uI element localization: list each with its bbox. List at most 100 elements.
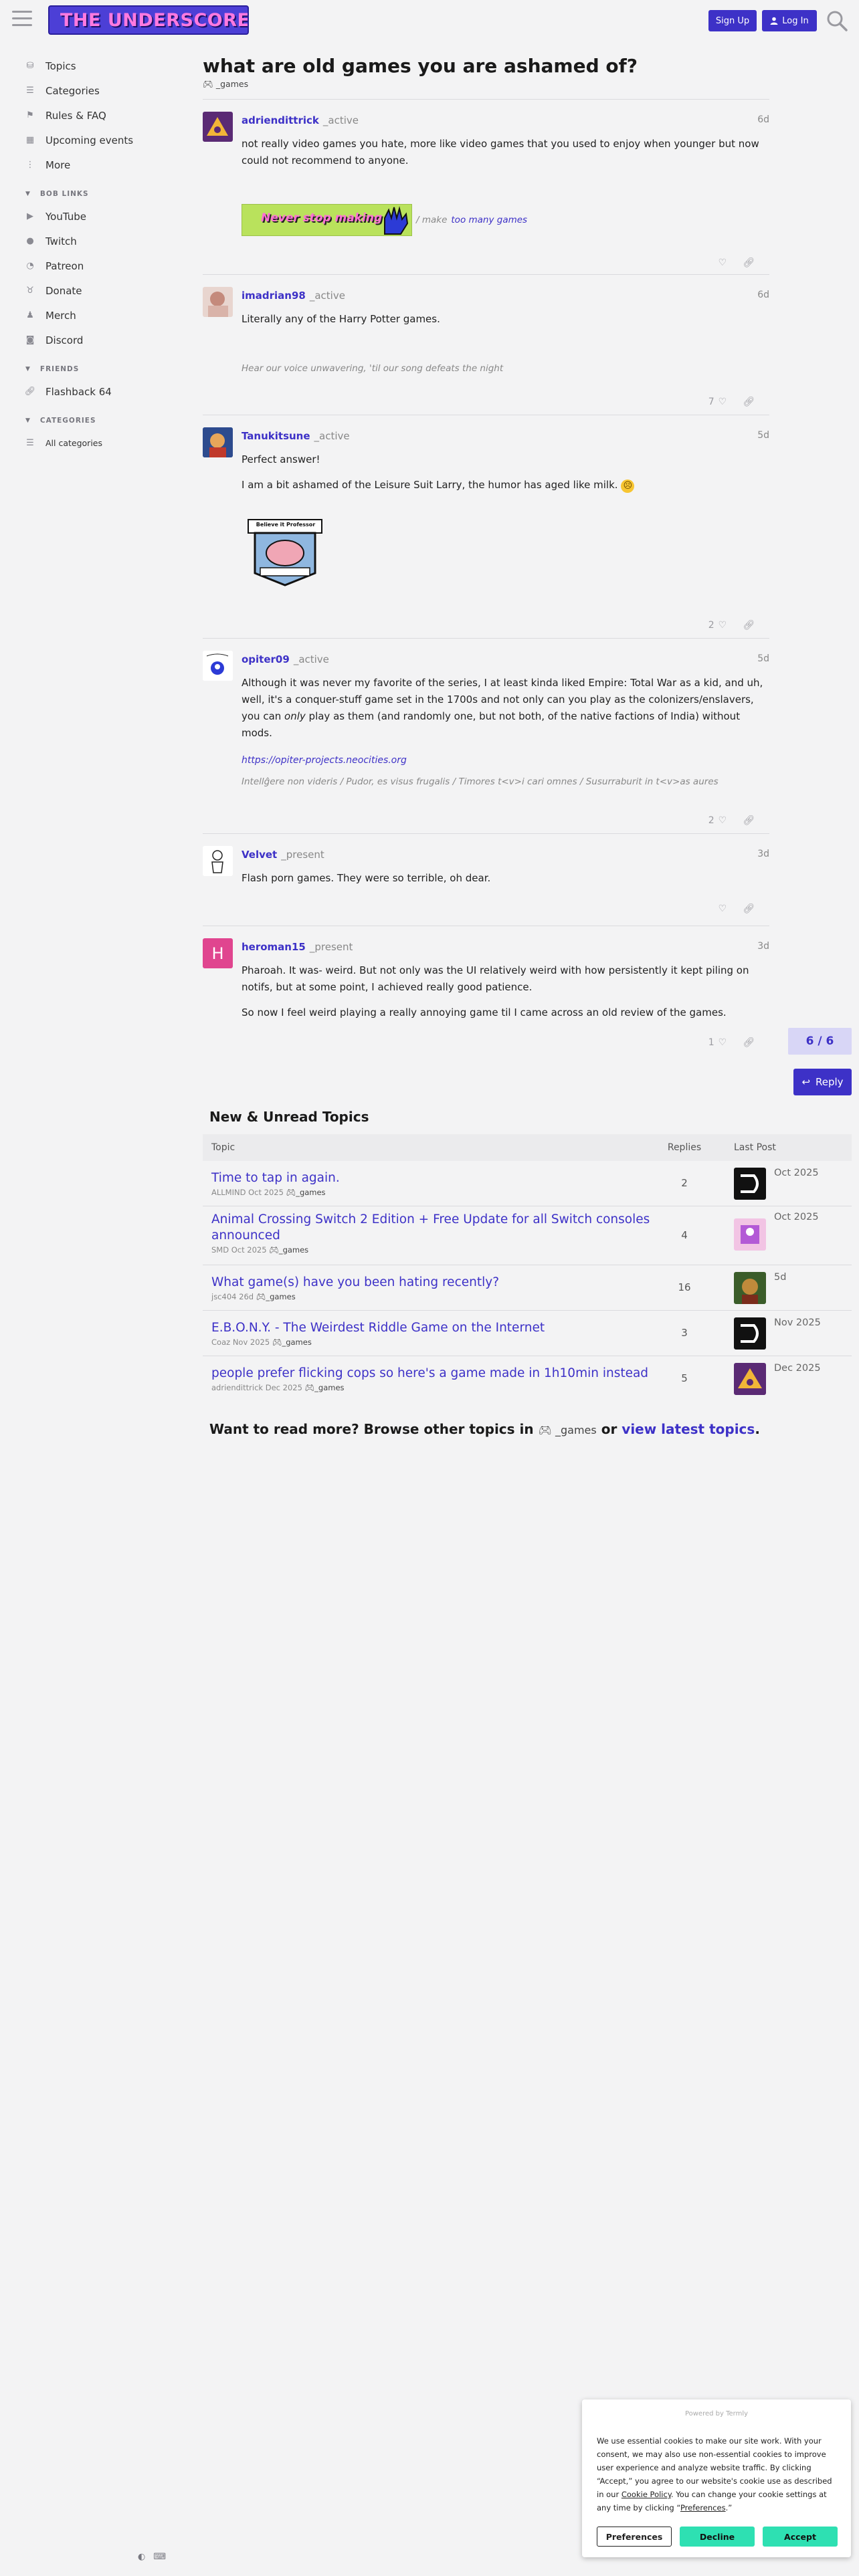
hamburger-menu-icon[interactable] xyxy=(12,11,32,28)
column-topic: Topic xyxy=(211,1142,235,1153)
user-title: _active xyxy=(293,653,329,665)
post-actions: 2 ♡ 🔗︎ xyxy=(708,620,755,631)
sidebar-item-more[interactable]: ⋮ More xyxy=(0,152,181,177)
last-post-date[interactable]: Oct 2025 xyxy=(774,1168,819,1178)
username[interactable]: adriendittrick xyxy=(242,114,319,126)
topic-link[interactable]: Animal Crossing Switch 2 Edition + Free … xyxy=(211,1212,658,1244)
avatar[interactable] xyxy=(203,287,233,317)
post-paragraph: So now I feel weird playing a really ann… xyxy=(242,1006,727,1018)
post-author: Tanukitsune _active xyxy=(242,430,350,442)
avatar-image xyxy=(203,846,233,876)
last-post-date[interactable]: Dec 2025 xyxy=(774,1363,821,1374)
sidebar-item-topics[interactable]: ⛁ Topics xyxy=(0,53,181,78)
last-post-date[interactable]: 5d xyxy=(774,1272,786,1283)
theme-toggle-icon[interactable]: ◐ xyxy=(138,2552,145,2562)
sidebar-item-twitch[interactable]: ● Twitch xyxy=(0,229,181,253)
column-replies: Replies xyxy=(667,1142,702,1153)
like-button[interactable]: 7 ♡ xyxy=(708,397,727,407)
latest-topics-link[interactable]: view latest topics xyxy=(622,1421,755,1437)
cookie-accept-button[interactable]: Accept xyxy=(763,2527,838,2547)
sidebar-item-rules[interactable]: ⚑ Rules & FAQ xyxy=(0,103,181,128)
search-icon[interactable] xyxy=(826,9,848,32)
post-date[interactable]: 5d xyxy=(757,653,769,664)
table-header: Topic Replies Last Post xyxy=(203,1134,852,1161)
heart-icon: ♡ xyxy=(718,1037,727,1048)
sidebar-section-bob-links[interactable]: ▼ BOB LINKS xyxy=(0,184,181,204)
cookie-decline-button[interactable]: Decline xyxy=(680,2527,755,2547)
like-button[interactable]: 2 ♡ xyxy=(708,620,727,631)
reply-count: 5 xyxy=(681,1372,688,1384)
site-logo[interactable]: THE UNDERSCORE xyxy=(48,5,249,35)
worried-emoji-icon: ☹ xyxy=(621,479,635,493)
avatar[interactable] xyxy=(734,1168,766,1200)
sidebar-item-flashback64[interactable]: 🔗︎ Flashback 64 xyxy=(0,379,181,404)
share-link-icon[interactable]: 🔗︎ xyxy=(743,257,755,268)
like-button[interactable]: ♡ xyxy=(714,903,727,914)
username[interactable]: Tanukitsune xyxy=(242,430,310,442)
username[interactable]: imadrian98 xyxy=(242,290,306,302)
log-in-button[interactable]: Log In xyxy=(762,10,817,31)
preferences-link[interactable]: Preferences xyxy=(680,2503,726,2512)
like-button[interactable]: 2 ♡ xyxy=(708,815,727,826)
category-link[interactable]: 🎮︎ _games xyxy=(539,1424,597,1436)
topic-link[interactable]: What game(s) have you been hating recent… xyxy=(211,1275,658,1291)
avatar[interactable] xyxy=(203,846,233,876)
avatar[interactable] xyxy=(734,1218,766,1251)
topic-link[interactable]: people prefer flicking cops so here's a … xyxy=(211,1366,658,1382)
post-signature: Never stop making / make too many games xyxy=(242,204,769,236)
post-4: opiter09 _active 5d Although it was never… xyxy=(203,638,769,832)
timeline-position[interactable]: 6 / 6 xyxy=(788,1028,852,1055)
share-link-icon[interactable]: 🔗︎ xyxy=(743,903,755,914)
post-date[interactable]: 5d xyxy=(757,430,769,441)
avatar[interactable] xyxy=(734,1317,766,1350)
keyboard-shortcuts-icon[interactable]: ⌨ xyxy=(153,2552,166,2562)
post-5: Velvet _present 3d Flash porn games. They… xyxy=(203,833,769,924)
like-button[interactable]: ♡ xyxy=(714,257,727,268)
sidebar-item-donate[interactable]: ♉ Donate xyxy=(0,278,181,303)
avatar[interactable] xyxy=(203,651,233,681)
username[interactable]: opiter09 xyxy=(242,653,290,665)
share-link-icon[interactable]: 🔗︎ xyxy=(743,1037,755,1048)
topic-link[interactable]: Time to tap in again. xyxy=(211,1170,658,1186)
post-date[interactable]: 3d xyxy=(757,941,769,952)
sidebar-section-friends[interactable]: ▼ FRIENDS xyxy=(0,359,181,379)
last-post-date[interactable]: Nov 2025 xyxy=(774,1317,821,1328)
sidebar-item-discord[interactable]: ◙ Discord xyxy=(0,328,181,352)
username[interactable]: heroman15 xyxy=(242,941,306,953)
avatar[interactable] xyxy=(734,1363,766,1395)
cookie-preferences-button[interactable]: Preferences xyxy=(597,2527,672,2547)
sign-up-button[interactable]: Sign Up xyxy=(708,10,757,31)
avatar-image xyxy=(207,117,228,136)
reply-button[interactable]: ↩ Reply xyxy=(793,1069,852,1095)
avatar[interactable] xyxy=(734,1272,766,1304)
username[interactable]: Velvet xyxy=(242,849,277,861)
topic-category[interactable]: 🎮︎ _games xyxy=(203,79,248,90)
post-date[interactable]: 6d xyxy=(757,114,769,125)
share-link-icon[interactable]: 🔗︎ xyxy=(743,815,755,826)
user-title: _active xyxy=(322,114,359,126)
share-link-icon[interactable]: 🔗︎ xyxy=(743,397,755,407)
topic-meta: jsc404 26d 🎮︎_games xyxy=(211,1292,296,1301)
last-post-date[interactable]: Oct 2025 xyxy=(774,1212,819,1222)
post-date[interactable]: 6d xyxy=(757,290,769,300)
post-body: Perfect answer! I am a bit ashamed of th… xyxy=(242,451,769,502)
sidebar-item-merch[interactable]: ♟ Merch xyxy=(0,303,181,328)
signature-url-link[interactable]: https://opiter-projects.neocities.org xyxy=(242,755,769,766)
sidebar-item-categories[interactable]: ☰ Categories xyxy=(0,78,181,103)
suggested-topics-title: New & Unread Topics xyxy=(209,1109,369,1125)
share-link-icon[interactable]: 🔗︎ xyxy=(743,620,755,631)
sidebar-section-categories[interactable]: ▼ CATEGORIES xyxy=(0,411,181,431)
cookie-policy-link[interactable]: Cookie Policy xyxy=(622,2490,671,2499)
post-date[interactable]: 3d xyxy=(757,849,769,859)
post-actions: 7 ♡ 🔗︎ xyxy=(708,397,755,407)
topic-link[interactable]: E.B.O.N.Y. - The Weirdest Riddle Game on… xyxy=(211,1320,658,1336)
sidebar-item-patreon[interactable]: ◔ Patreon xyxy=(0,253,181,278)
sidebar-item-youtube[interactable]: ▶ YouTube xyxy=(0,204,181,229)
like-button[interactable]: 1 ♡ xyxy=(708,1037,727,1048)
avatar[interactable]: H xyxy=(203,938,233,968)
sidebar-item-all-categories[interactable]: ☰ All categories xyxy=(0,431,181,455)
avatar[interactable] xyxy=(203,112,233,142)
avatar[interactable] xyxy=(203,427,233,457)
signature-link[interactable]: too many games xyxy=(451,215,527,225)
sidebar-item-events[interactable]: ▦ Upcoming events xyxy=(0,128,181,152)
